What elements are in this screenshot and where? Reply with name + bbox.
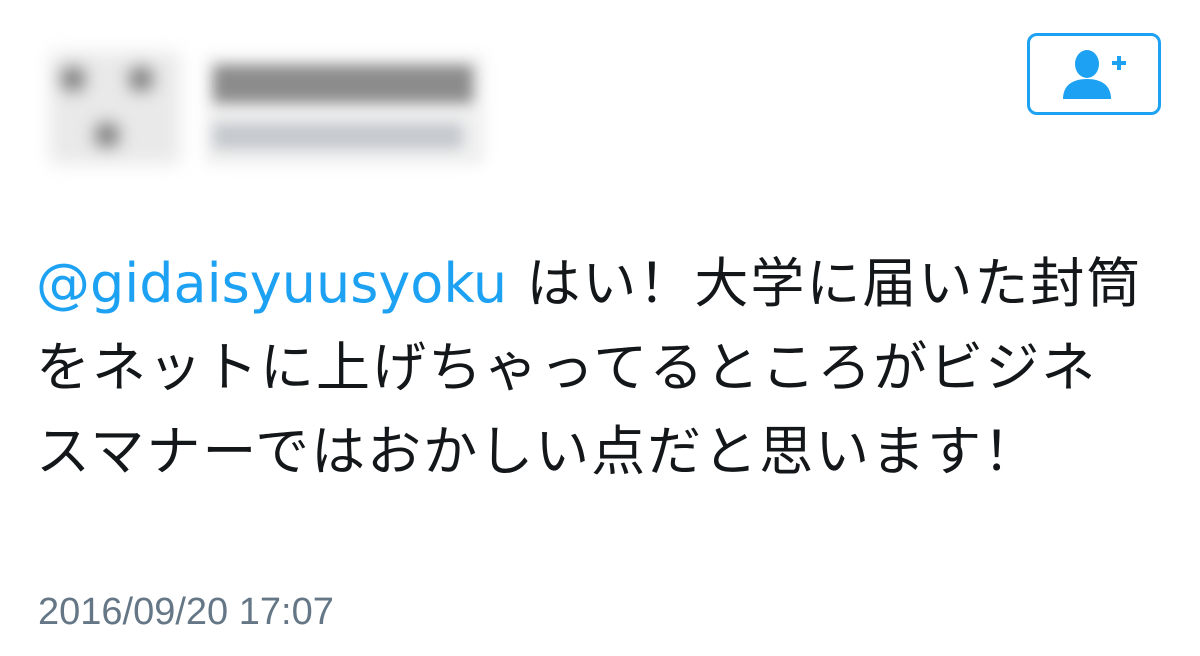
mention-link[interactable]: @gidaisyuusyoku [36,252,507,315]
author-display-name [213,65,473,103]
tweet-header [0,0,1200,200]
follow-button[interactable] [1027,33,1161,115]
tweet-timestamp[interactable]: 2016/09/20 17:07 [38,588,334,636]
author-handle [213,123,463,149]
tweet-text: @gidaisyuusyoku はい！大学に届いた封筒をネットに上げちゃってると… [36,242,1146,494]
avatar[interactable] [50,52,180,164]
author-name-block[interactable] [205,55,485,165]
add-user-icon [1057,45,1131,103]
